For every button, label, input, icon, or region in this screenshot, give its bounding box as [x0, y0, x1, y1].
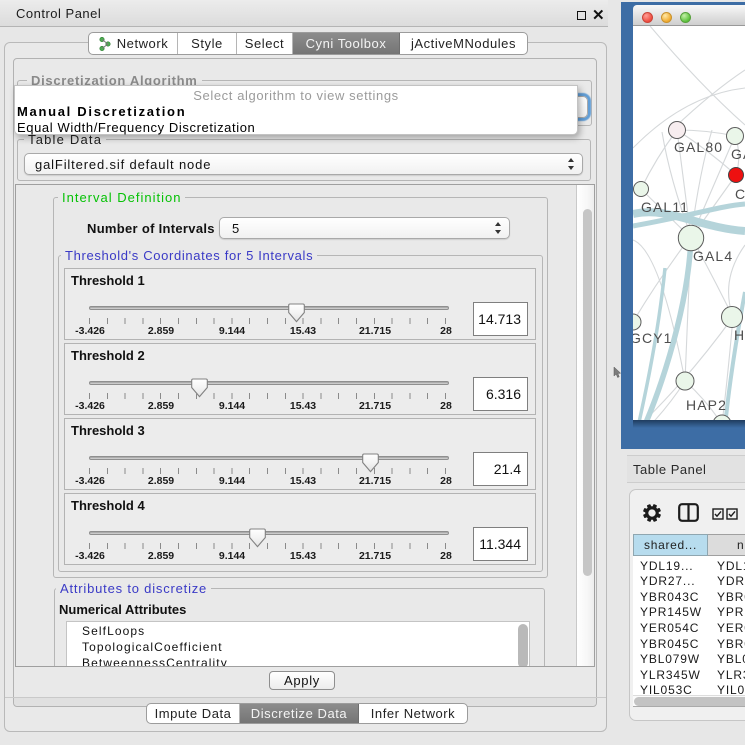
svg-text:HAP2: HAP2 — [686, 397, 727, 413]
svg-text:GAL1: GAL1 — [731, 146, 745, 162]
svg-text:CYC: CYC — [735, 186, 745, 202]
svg-text:GAL11: GAL11 — [641, 199, 689, 215]
svg-text:HIS: HIS — [734, 327, 745, 343]
svg-text:GAL4: GAL4 — [693, 248, 733, 264]
svg-text:GCY1: GCY1 — [633, 330, 673, 346]
svg-text:GAL80: GAL80 — [674, 139, 723, 155]
